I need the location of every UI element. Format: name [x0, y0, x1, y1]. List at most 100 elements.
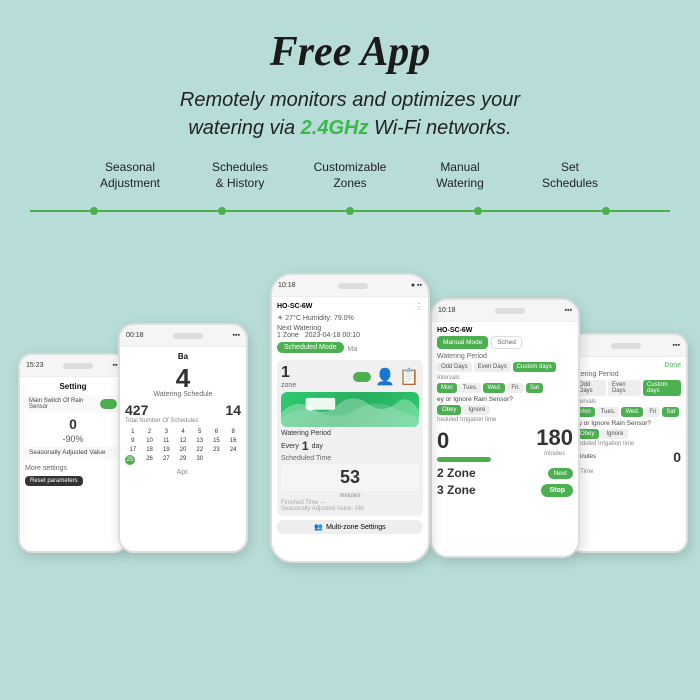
phone-3-mode-badge[interactable]: Scheduled Mode	[277, 342, 344, 353]
phone-5-irrigation: heduled Irrigation time	[575, 441, 681, 447]
phone-4-remaining-time: 180 minutes	[536, 425, 573, 457]
phone-4-sat[interactable]: Sat	[526, 383, 543, 393]
phone-4-even-days[interactable]: Even Days	[474, 362, 511, 372]
phone-4-watering-time: 0	[437, 428, 449, 454]
phone-1-toggle[interactable]	[100, 399, 117, 409]
cal-9: 9	[125, 437, 141, 445]
feature-zones-line1: Customizable	[314, 160, 387, 176]
phone-5-tues[interactable]: Tues.	[597, 407, 620, 417]
phone-3-multi-zones-btn[interactable]: 👥 Multi-zone Settings	[277, 520, 423, 534]
app-title: Free App	[270, 28, 431, 76]
phone-1-time: 15:23	[26, 362, 44, 369]
phone-5-even-days[interactable]: Even Days	[608, 380, 641, 396]
app-subtitle: Remotely monitors and optimizes your wat…	[180, 86, 520, 142]
phone-4-stop-btn[interactable]: Stop	[541, 484, 573, 497]
phone-1-header: 15:23 ▪▪▪	[20, 355, 126, 377]
phone-5-time-row: minutes 0	[575, 449, 681, 465]
phone-4-manual-tab[interactable]: Manual Mode	[437, 336, 488, 349]
phone-3-device: HO-SC-6W	[277, 303, 312, 310]
cal-29: 29	[175, 455, 191, 465]
phone-1-percent: -90%	[25, 434, 121, 444]
phone-2-notch	[173, 333, 203, 339]
phone-2-big-num: 4	[125, 365, 241, 391]
cal-26: 26	[142, 455, 158, 465]
cal-3: 3	[158, 428, 174, 436]
phone-5-zero: 0	[673, 449, 681, 465]
phone-1-content: Setting Main Switch Of Rain Sensor 0 -90…	[20, 377, 126, 551]
phone-3-app-header: HO-SC-6W ⋮	[277, 302, 423, 311]
cal-16: 16	[225, 437, 241, 445]
phone-3-green-chart	[281, 392, 419, 427]
phone-4-obey[interactable]: Obey	[437, 405, 461, 415]
phone-1-main-switch: Main Switch Of Rain Sensor	[25, 395, 121, 413]
phone-2-num1: 427	[125, 402, 198, 418]
phone-2-watering-label: Watering Schedule	[125, 391, 241, 398]
phone-3-scheduled-time: Scheduled Time	[281, 455, 419, 462]
feature-schedules-line1: Schedules	[212, 160, 268, 176]
cal-22: 22	[192, 446, 208, 454]
phone-5-notch	[611, 343, 641, 349]
phone-5-watering-period: atering Period	[575, 371, 681, 378]
phone-1-reset[interactable]: Reset parameters	[25, 476, 83, 486]
phone-4-next-btn[interactable]: Next	[548, 468, 573, 479]
phone-4-wed[interactable]: Wed.	[483, 383, 505, 393]
phone-5-wed[interactable]: Wed.	[621, 407, 643, 417]
phone-3-zone-label: zone	[281, 382, 296, 389]
phone-2-signal: ▪▪▪	[233, 332, 240, 339]
phone-3-every-row: Every 1 day	[281, 439, 419, 453]
phone-4-odd-days[interactable]: Odd Days	[437, 362, 472, 372]
phone-4-days: Mon Tues. Wed. Fri. Sat	[437, 383, 573, 393]
cal-18: 18	[142, 446, 158, 454]
phone-3-next-watering: Next Watering	[277, 325, 321, 332]
phone-4-green-bar	[437, 457, 491, 462]
phone-5-ignore[interactable]: Ignore	[601, 429, 628, 439]
phone-4: 10:18 ▪▪▪ HO-SC-6W Manual Mode Sched Wat…	[430, 298, 580, 558]
main-container: Free App Remotely monitors and optimizes…	[0, 0, 700, 700]
phone-3-chart-svg	[281, 393, 419, 428]
phone-3-zone-num: 1	[281, 364, 296, 382]
subtitle-part2: watering via	[188, 117, 300, 139]
feature-set-schedules: Set Schedules	[515, 160, 625, 191]
phone-2-content: Ba 4 Watering Schedule 427 Total Number …	[120, 347, 246, 551]
phone-3-person-icon: 👤	[375, 367, 395, 387]
phone-4-watering-period: Watering Period	[437, 353, 573, 360]
phone-2-stat2: 14	[225, 402, 241, 424]
phone-5-fri[interactable]: Fri	[645, 407, 660, 417]
phone-3-notch	[338, 283, 368, 289]
phone-3-minutes: 53	[281, 464, 419, 491]
feature-manual-line2: Watering	[436, 176, 484, 192]
phone-5-obey-ignore: Obey Ignore	[575, 429, 681, 439]
feature-manual-line1: Manual	[440, 160, 479, 176]
phone-4-signal: ▪▪▪	[565, 307, 572, 314]
phone-3-temp-val: 27°C	[285, 315, 301, 322]
phone-5: 7 ▪▪▪ Done atering Period Odd Days Even …	[568, 333, 688, 553]
cal-25: 25	[125, 455, 135, 465]
phone-4-zone2-row: 2 Zone Next	[437, 466, 573, 480]
phone-1-more: More settings	[25, 465, 121, 472]
cal-20: 20	[175, 446, 191, 454]
phone-3-temp: ☀ 27°C Humidity: 79.0%	[277, 314, 423, 322]
phone-5-sat[interactable]: Sat	[662, 407, 679, 417]
phone-4-ignore[interactable]: Ignore	[463, 405, 490, 415]
phone-2-num2: 14	[225, 402, 241, 418]
phone-2-month: Apr.	[125, 469, 241, 476]
phone-4-custom-days[interactable]: Custom days	[513, 362, 556, 372]
phone-4-fri[interactable]: Fri.	[507, 383, 524, 393]
phone-4-zone3-row: 3 Zone Stop	[437, 483, 573, 497]
subtitle-part3: Wi-Fi networks.	[368, 117, 511, 139]
phone-5-start-time: rt Time	[575, 469, 681, 475]
phone-5-custom-days[interactable]: Custom days	[643, 380, 681, 396]
phone-4-mon[interactable]: Mon	[437, 383, 457, 393]
phone-4-time-display: 0 180 minutes	[437, 425, 573, 457]
phone-3-mode-tab2: Ma	[348, 346, 358, 353]
phone-4-tues[interactable]: Tues.	[459, 383, 482, 393]
feature-seasonal-line2: Adjustment	[100, 176, 160, 192]
phone-4-sched-tab[interactable]: Sched	[491, 336, 521, 349]
phone-4-time-big2: 180	[536, 425, 573, 451]
phone-5-done[interactable]: Done	[575, 362, 681, 369]
phone-4-interval-options: Odd Days Even Days Custom days	[437, 362, 573, 372]
feature-seasonal: Seasonal Adjustment	[75, 160, 185, 191]
cal-13: 13	[192, 437, 208, 445]
phone-4-irrigation: heduled Irrigation time	[437, 417, 573, 423]
phone-3-zone-toggle[interactable]	[353, 372, 371, 382]
